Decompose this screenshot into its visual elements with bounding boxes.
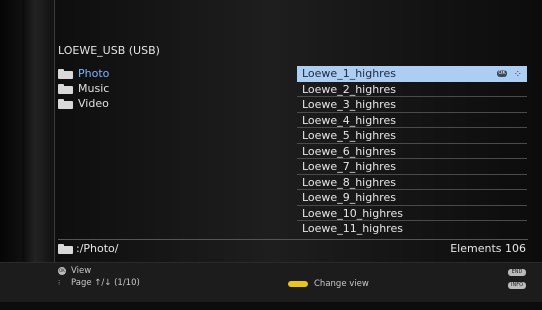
file-label: Loewe_1_highres (302, 67, 396, 80)
left-decorative-stripe (22, 0, 54, 262)
tv-media-browser: LOEWE_USB (USB) Photo Music Video Loewe_… (0, 0, 542, 310)
file-item[interactable]: Loewe_9_highres (297, 190, 527, 206)
folder-list: Photo Music Video (58, 66, 109, 111)
file-item[interactable]: Loewe_3_highres (297, 97, 527, 113)
folder-icon (58, 68, 73, 79)
hint-view-label: View (71, 266, 92, 276)
file-item-selected[interactable]: Loewe_1_highres OK ⁘ (297, 66, 527, 82)
file-label: Loewe_5_highres (302, 129, 396, 142)
footer-divider (58, 239, 528, 240)
up-down-arrows-icon: ⁝ (58, 278, 61, 287)
source-title: LOEWE_USB (USB) (58, 44, 160, 57)
file-list: Loewe_1_highres OK ⁘ Loewe_2_highres Loe… (297, 66, 527, 237)
bottom-edge (0, 302, 542, 310)
folder-label: Photo (78, 67, 110, 80)
file-item[interactable]: Loewe_6_highres (297, 144, 527, 159)
file-label: Loewe_8_highres (302, 175, 396, 189)
navigate-icon: ⁘ (513, 69, 522, 80)
file-label: Loewe_10_highres (302, 206, 403, 220)
file-label: Loewe_6_highres (302, 144, 396, 158)
path-label: :/Photo/ (76, 242, 119, 255)
file-item[interactable]: Loewe_8_highres (297, 175, 527, 190)
file-label: Loewe_4_highres (302, 113, 396, 127)
folder-icon (58, 98, 73, 109)
hint-page-label: Page ↑/↓ (1/10) (71, 278, 140, 288)
file-item[interactable]: Loewe_5_highres (297, 128, 527, 144)
file-item[interactable]: Loewe_2_highres (297, 82, 527, 97)
folder-icon (58, 83, 73, 94)
folder-icon (58, 243, 73, 254)
folder-label: Video (78, 97, 109, 110)
ok-key-icon: OK (58, 267, 66, 275)
folder-item-video[interactable]: Video (58, 96, 109, 111)
ok-icon: OK (497, 70, 507, 77)
file-item[interactable]: Loewe_10_highres (297, 206, 527, 221)
file-label: Loewe_7_highres (302, 160, 396, 173)
hint-change-view-label: Change view (314, 279, 369, 289)
folder-label: Music (78, 82, 110, 95)
folder-item-photo[interactable]: Photo (58, 66, 109, 81)
file-item[interactable]: Loewe_4_highres (297, 113, 527, 128)
file-label: Loewe_2_highres (302, 82, 396, 96)
folder-item-music[interactable]: Music (58, 81, 109, 96)
yellow-key-icon (288, 281, 308, 287)
info-key-icon[interactable]: INFO (508, 282, 526, 289)
elements-count: Elements 106 (450, 242, 526, 255)
vertical-divider (54, 0, 55, 262)
hint-view: OK View (58, 266, 91, 276)
file-item[interactable]: Loewe_11_highres (297, 221, 527, 237)
hint-change-view[interactable]: Change view (288, 279, 369, 289)
file-item[interactable]: Loewe_7_highres (297, 159, 527, 175)
hint-page: ⁝ Page ↑/↓ (1/10) (58, 278, 140, 288)
file-label: Loewe_9_highres (302, 191, 396, 204)
end-key-icon[interactable]: END (508, 269, 526, 276)
file-label: Loewe_3_highres (302, 98, 396, 111)
current-path: :/Photo/ (58, 242, 119, 255)
file-label: Loewe_11_highres (302, 222, 403, 235)
